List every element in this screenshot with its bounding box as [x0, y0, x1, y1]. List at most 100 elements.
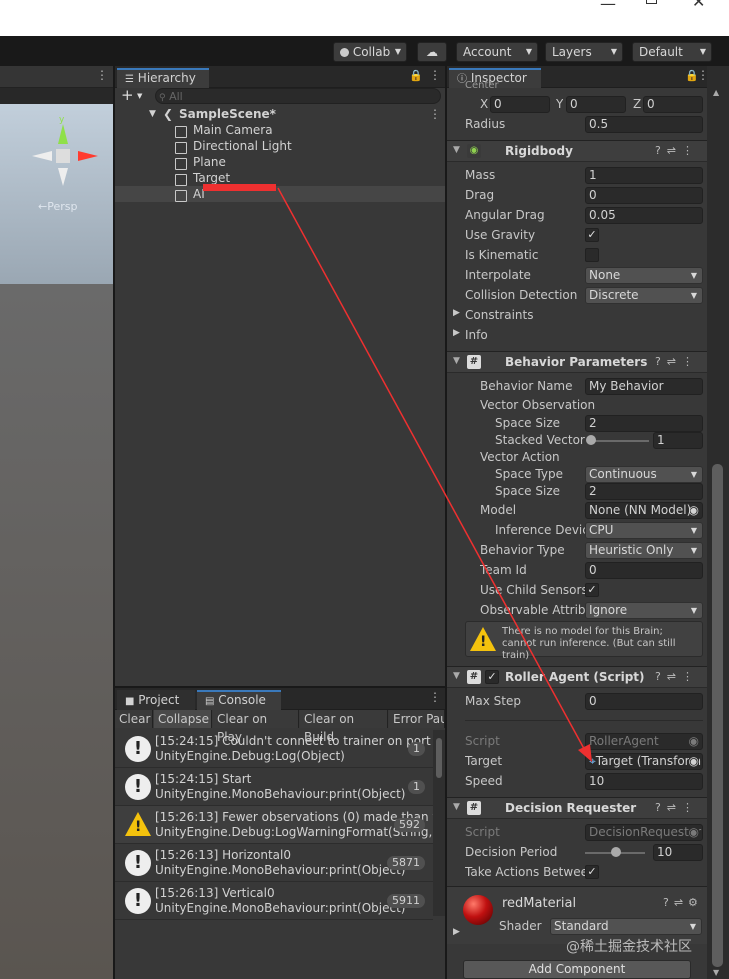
- speed-field[interactable]: 10: [585, 773, 703, 790]
- slider-knob[interactable]: [586, 435, 596, 445]
- component-actions[interactable]: ?⇌⋮: [655, 355, 699, 368]
- console-log-row[interactable]: ! [15:24:15] Start UnityEngine.MonoBehav…: [115, 768, 433, 806]
- interpolate-dropdown[interactable]: None ▼: [585, 267, 703, 284]
- shader-dropdown[interactable]: Standard ▼: [550, 918, 702, 935]
- clear-button[interactable]: Clear: [115, 710, 153, 728]
- slider-knob[interactable]: [611, 847, 621, 857]
- minimize-icon[interactable]: —: [600, 0, 616, 13]
- clear-on-build-toggle[interactable]: Clear on Build: [300, 710, 388, 744]
- lock-icon[interactable]: 🔒: [409, 69, 423, 82]
- model-field[interactable]: None (NN Model) ◉: [585, 502, 703, 519]
- expand-icon[interactable]: ▼: [149, 106, 156, 122]
- add-component-button[interactable]: Add Component: [463, 960, 691, 979]
- hierarchy-item[interactable]: Target: [115, 170, 445, 186]
- center-x-field[interactable]: 0: [490, 96, 550, 113]
- behavior-parameters-header[interactable]: ▼ # Behavior Parameters ?⇌⋮: [447, 351, 707, 373]
- drag-field[interactable]: 0: [585, 187, 703, 204]
- close-icon[interactable]: ✕: [692, 0, 705, 11]
- take-actions-checkbox[interactable]: ✓: [585, 865, 599, 879]
- scene-gizmo-icon[interactable]: y: [30, 114, 100, 194]
- persp-label[interactable]: ←Persp: [38, 200, 77, 213]
- center-y-field[interactable]: 0: [566, 96, 626, 113]
- component-actions[interactable]: ?⇌⋮: [655, 801, 699, 814]
- center-z-field[interactable]: 0: [643, 96, 703, 113]
- object-picker-icon[interactable]: ◉: [688, 754, 699, 769]
- child-sensors-checkbox[interactable]: ✓: [585, 583, 599, 597]
- more-options-icon[interactable]: ⋮: [96, 68, 108, 82]
- scene-search-bar[interactable]: [0, 88, 113, 104]
- behavior-name-field[interactable]: My Behavior: [585, 378, 703, 395]
- fold-right-icon[interactable]: ▶: [453, 308, 460, 318]
- component-actions[interactable]: ?⇌⚙: [663, 896, 703, 909]
- collision-dropdown[interactable]: Discrete ▼: [585, 287, 703, 304]
- console-log-row[interactable]: ! [15:26:13] Vertical0 UnityEngine.MonoB…: [115, 882, 433, 920]
- space-type-dropdown[interactable]: Continuous ▼: [585, 466, 703, 483]
- chevron-down-icon[interactable]: ▼: [137, 92, 142, 100]
- hierarchy-item[interactable]: Plane: [115, 154, 445, 170]
- layers-dropdown[interactable]: Layers ▼: [545, 42, 623, 62]
- hierarchy-item-selected[interactable]: AI: [115, 186, 445, 202]
- fold-right-icon[interactable]: ▶: [453, 328, 460, 338]
- more-options-icon[interactable]: ⋮: [429, 106, 441, 122]
- console-log-row[interactable]: ! [15:26:13] Fewer observations (0) made…: [115, 806, 435, 844]
- rigidbody-header[interactable]: ▼ ◉ Rigidbody ?⇌⋮: [447, 140, 707, 162]
- console-scrollbar[interactable]: [433, 730, 445, 916]
- info-foldout[interactable]: Info: [465, 328, 488, 342]
- decision-requester-header[interactable]: ▼ # Decision Requester ?⇌⋮: [447, 797, 707, 819]
- tab-hierarchy[interactable]: ☰ Hierarchy: [117, 68, 209, 88]
- max-step-field[interactable]: 0: [585, 693, 703, 710]
- scrollbar-thumb[interactable]: [712, 464, 723, 967]
- inference-device-dropdown[interactable]: CPU ▼: [585, 522, 703, 539]
- more-options-icon[interactable]: ⋮: [429, 68, 441, 82]
- fold-icon[interactable]: ▼: [453, 802, 460, 812]
- add-icon[interactable]: +: [121, 86, 134, 104]
- fold-icon[interactable]: ▼: [453, 671, 460, 681]
- collapse-toggle[interactable]: Collapse: [154, 710, 212, 728]
- scroll-up-icon[interactable]: ▲: [713, 88, 719, 97]
- is-kinematic-checkbox[interactable]: [585, 248, 599, 262]
- behavior-type-dropdown[interactable]: Heuristic Only ▼: [585, 542, 703, 559]
- stacked-vectors-field[interactable]: 1: [653, 432, 703, 449]
- fold-icon[interactable]: ▼: [453, 145, 460, 155]
- observable-attribute-dropdown[interactable]: Ignore ▼: [585, 602, 703, 619]
- scene-root-row[interactable]: ▼ ❮ SampleScene* ⋮: [115, 106, 445, 122]
- component-actions[interactable]: ?⇌⋮: [655, 670, 699, 683]
- scene-view[interactable]: ⋮ y ←Persp: [0, 66, 113, 979]
- clear-on-play-toggle[interactable]: Clear on Play: [213, 710, 299, 744]
- target-field[interactable]: ⌖Target (Transform) ◉: [585, 753, 703, 770]
- space-size-field[interactable]: 2: [585, 415, 703, 432]
- collab-button[interactable]: Collab ▼: [333, 42, 407, 62]
- fold-right-icon[interactable]: ▶: [453, 927, 460, 937]
- team-id-field[interactable]: 0: [585, 562, 703, 579]
- hierarchy-item[interactable]: Directional Light: [115, 138, 445, 154]
- decision-period-field[interactable]: 10: [653, 844, 703, 861]
- layout-dropdown[interactable]: Default ▼: [632, 42, 712, 62]
- console-log-row[interactable]: ! [15:26:13] Horizontal0 UnityEngine.Mon…: [115, 844, 433, 882]
- hierarchy-item[interactable]: Main Camera: [115, 122, 445, 138]
- radius-field[interactable]: 0.5: [585, 116, 703, 133]
- stacked-vectors-slider[interactable]: [589, 440, 649, 442]
- component-actions[interactable]: ?⇌⋮: [655, 144, 699, 157]
- tab-project[interactable]: ■ Project: [117, 690, 195, 710]
- mass-field[interactable]: 1: [585, 167, 703, 184]
- cloud-button[interactable]: ☁: [417, 42, 447, 62]
- scrollbar-thumb[interactable]: [436, 738, 442, 778]
- error-pause-toggle[interactable]: Error Pau: [389, 710, 445, 728]
- roller-agent-header[interactable]: ▼ # ✓ Roller Agent (Script) ?⇌⋮: [447, 666, 707, 688]
- angular-drag-field[interactable]: 0.05: [585, 207, 703, 224]
- use-gravity-checkbox[interactable]: ✓: [585, 228, 599, 242]
- more-options-icon[interactable]: ⋮: [429, 690, 441, 704]
- constraints-foldout[interactable]: Constraints: [465, 308, 533, 322]
- object-picker-icon[interactable]: ◉: [689, 503, 699, 518]
- inspector-panel: ⓘ Inspector 🔒 ⋮ Center X 0 Y 0 Z 0 Radiu…: [447, 66, 709, 979]
- maximize-icon[interactable]: [646, 0, 657, 4]
- account-dropdown[interactable]: Account ▼: [456, 42, 538, 62]
- fold-icon[interactable]: ▼: [453, 356, 460, 366]
- hierarchy-search-input[interactable]: ⚲ All: [155, 88, 441, 104]
- scroll-down-icon[interactable]: ▼: [713, 968, 719, 977]
- action-space-size-field[interactable]: 2: [585, 483, 703, 500]
- tab-console[interactable]: ▤ Console: [197, 690, 281, 710]
- roller-agent-enabled-checkbox[interactable]: ✓: [485, 670, 499, 684]
- inspector-scrollbar[interactable]: ▲ ▼: [707, 66, 729, 979]
- console-log-row[interactable]: ! [15:24:15] Couldn't connect to trainer…: [115, 730, 435, 768]
